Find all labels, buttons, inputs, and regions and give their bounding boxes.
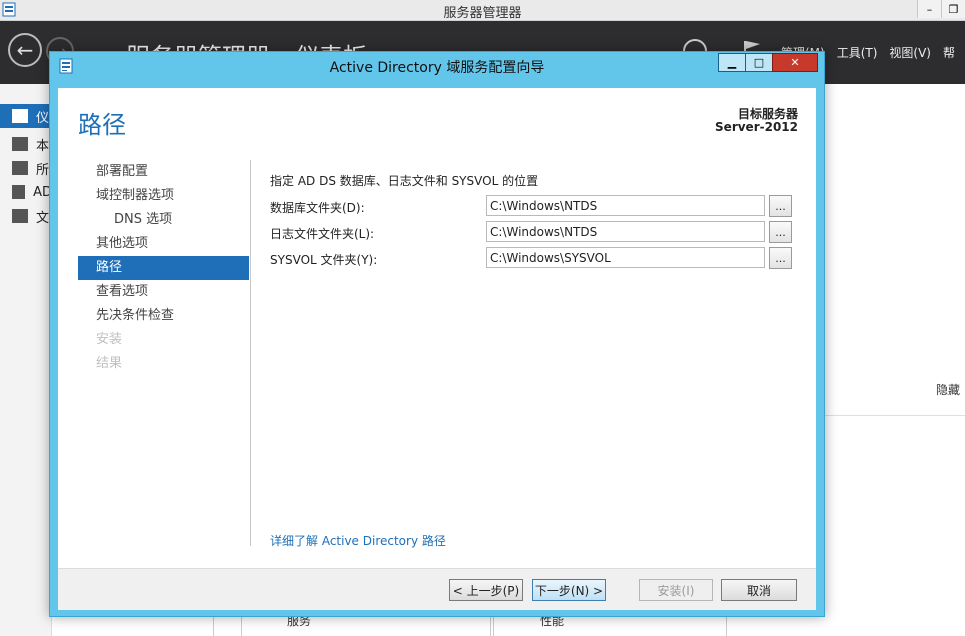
sidebar-item-local-server[interactable]: 本	[0, 132, 52, 156]
paths-form: 指定 AD DS 数据库、日志文件和 SYSVOL 的位置 数据库文件夹(D):…	[270, 172, 810, 273]
sidebar-item-dashboard[interactable]: 仪	[0, 104, 52, 128]
database-folder-browse-button[interactable]: ...	[769, 195, 792, 217]
server-manager-title: 服务器管理器	[443, 6, 522, 21]
server-manager-sidebar: 仪 本 所 AD 文	[0, 84, 52, 636]
back-button[interactable]: ←	[8, 33, 42, 67]
file-services-icon	[12, 209, 28, 223]
wizard-step-prerequisites-check[interactable]: 先决条件检查	[78, 304, 249, 328]
wizard-step-dc-options[interactable]: 域控制器选项	[78, 184, 249, 208]
wizard-step-review-options[interactable]: 查看选项	[78, 280, 249, 304]
install-button: 安装(I)	[639, 579, 713, 601]
wizard-step-paths[interactable]: 路径	[78, 256, 249, 280]
dialog-body: 路径 目标服务器 Server-2012 部署配置 域控制器选项 DNS 选项 …	[58, 88, 816, 568]
dialog-maximize-button[interactable]: □	[745, 53, 773, 72]
cancel-button[interactable]: 取消	[721, 579, 797, 601]
restore-button[interactable]: ❐	[941, 0, 965, 18]
menu-tools[interactable]: 工具(T)	[837, 44, 878, 61]
wizard-step-deployment-config[interactable]: 部署配置	[78, 160, 249, 184]
dashboard-right-panel	[822, 138, 965, 416]
dialog-close-button[interactable]: ✕	[772, 53, 818, 72]
sysvol-folder-input[interactable]	[486, 247, 765, 268]
menu-help[interactable]: 帮	[943, 44, 955, 61]
sidebar-item-file-services[interactable]: 文	[0, 204, 52, 228]
ad-icon	[12, 185, 26, 199]
servers-icon	[12, 161, 28, 175]
ad-ds-config-wizard-dialog: Active Directory 域服务配置向导 ▁ □ ✕ 路径 目标服务器 …	[49, 51, 825, 617]
sidebar-item-all-servers[interactable]: 所	[0, 156, 52, 180]
server-manager-window-controls: – ❐	[917, 0, 965, 20]
database-folder-row: 数据库文件夹(D): ...	[270, 195, 810, 221]
learn-more-link[interactable]: 详细了解 Active Directory 路径	[270, 532, 446, 549]
sysvol-folder-row: SYSVOL 文件夹(Y): ...	[270, 247, 810, 273]
menu-view[interactable]: 视图(V)	[889, 44, 931, 61]
database-folder-input[interactable]	[486, 195, 765, 216]
wizard-steps-nav: 部署配置 域控制器选项 DNS 选项 其他选项 路径 查看选项 先决条件检查 安…	[78, 160, 249, 376]
dialog-titlebar[interactable]: Active Directory 域服务配置向导 ▁ □ ✕	[50, 52, 824, 80]
dashboard-icon	[12, 109, 28, 123]
log-folder-label: 日志文件文件夹(L):	[270, 227, 375, 241]
server-manager-titlebar: 服务器管理器 – ❐	[0, 0, 965, 21]
log-folder-input[interactable]	[486, 221, 765, 242]
dialog-footer: < 上一步(P) 下一步(N) > 安装(I) 取消	[58, 568, 816, 610]
dialog-minimize-button[interactable]: ▁	[718, 53, 746, 72]
target-server-name: Server-2012	[715, 120, 798, 134]
wizard-step-results: 结果	[96, 356, 123, 371]
sidebar-item-ad[interactable]: AD	[0, 180, 52, 204]
dialog-window-controls: ▁ □ ✕	[718, 53, 818, 72]
sysvol-folder-label: SYSVOL 文件夹(Y):	[270, 253, 378, 267]
log-folder-browse-button[interactable]: ...	[769, 221, 792, 243]
previous-button[interactable]: < 上一步(P)	[449, 579, 523, 601]
paths-description: 指定 AD DS 数据库、日志文件和 SYSVOL 的位置	[270, 174, 539, 188]
nav-divider	[250, 160, 251, 546]
wizard-step-dns-options[interactable]: DNS 选项	[78, 208, 249, 232]
server-icon	[12, 137, 28, 151]
wizard-step-installation: 安装	[96, 332, 123, 347]
wizard-step-additional-options[interactable]: 其他选项	[78, 232, 249, 256]
next-button[interactable]: 下一步(N) >	[532, 579, 606, 601]
page-title: 路径	[78, 111, 126, 139]
hide-link[interactable]: 隐藏	[936, 381, 960, 398]
minimize-button[interactable]: –	[917, 0, 941, 18]
sysvol-folder-browse-button[interactable]: ...	[769, 247, 792, 269]
arrow-left-icon: ←	[16, 38, 34, 62]
database-folder-label: 数据库文件夹(D):	[270, 201, 365, 215]
log-folder-row: 日志文件文件夹(L): ...	[270, 221, 810, 247]
dialog-title: Active Directory 域服务配置向导	[329, 60, 545, 76]
